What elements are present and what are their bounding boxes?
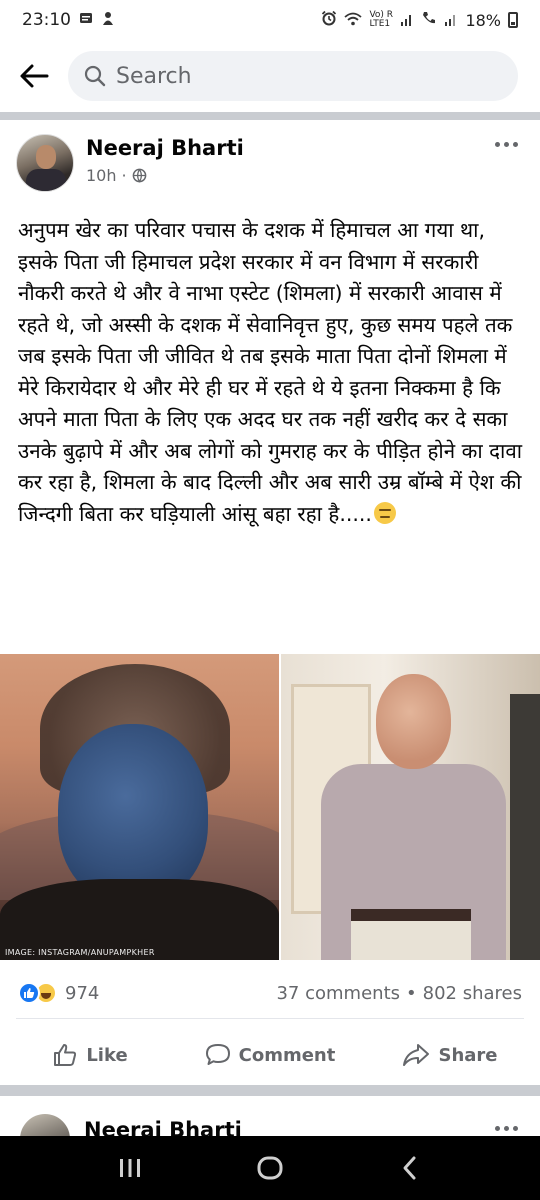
post-actions: Like Comment Share bbox=[0, 1020, 540, 1090]
count-bullet: • bbox=[406, 982, 417, 1004]
more-options-button[interactable] bbox=[495, 142, 518, 147]
like-icon bbox=[18, 982, 40, 1004]
recent-apps-icon bbox=[120, 1159, 140, 1177]
call-icon bbox=[421, 10, 437, 30]
back-nav-button[interactable] bbox=[380, 1143, 440, 1193]
reactions-row: 974 37 comments • 802 shares bbox=[0, 975, 540, 1011]
notification-message-icon bbox=[79, 10, 93, 30]
reaction-icons[interactable] bbox=[18, 982, 57, 1004]
next-author-name[interactable]: Neeraj Bharti bbox=[84, 1118, 242, 1136]
post-meta: 10h · bbox=[86, 166, 244, 185]
search-placeholder: Search bbox=[116, 63, 192, 89]
post-card: Neeraj Bharti 10h · अनुपम खेर का परिवार … bbox=[0, 120, 540, 1085]
image-right-panel bbox=[281, 654, 540, 960]
comments-count[interactable]: 37 comments bbox=[276, 983, 400, 1004]
signal-2-icon bbox=[444, 11, 458, 30]
next-post-card: Neeraj Bharti bbox=[0, 1096, 540, 1136]
next-more-options-button[interactable] bbox=[495, 1126, 518, 1131]
expressionless-emoji-icon bbox=[373, 501, 396, 524]
signal-icon bbox=[400, 11, 414, 30]
avatar[interactable] bbox=[16, 134, 74, 192]
back-arrow-icon bbox=[20, 64, 49, 88]
post-image[interactable]: IMAGE: INSTAGRAM/ANUPAMPKHER bbox=[0, 654, 540, 960]
search-input[interactable]: Search bbox=[68, 51, 518, 101]
thumbs-up-icon bbox=[54, 1044, 77, 1066]
engagement-counts: 37 comments • 802 shares bbox=[276, 983, 522, 1004]
status-left: 23:10 bbox=[22, 10, 115, 31]
author-name[interactable]: Neeraj Bharti bbox=[86, 136, 244, 160]
like-button[interactable]: Like bbox=[0, 1042, 180, 1068]
more-dots-icon bbox=[495, 142, 500, 147]
next-avatar[interactable] bbox=[20, 1114, 70, 1136]
search-header: Search bbox=[0, 40, 540, 112]
comment-label: Comment bbox=[238, 1044, 336, 1066]
meta-separator: · bbox=[121, 166, 127, 185]
system-nav-bar bbox=[0, 1136, 540, 1200]
reaction-count[interactable]: 974 bbox=[65, 983, 99, 1004]
action-divider bbox=[16, 1018, 524, 1019]
notification-app-icon bbox=[101, 10, 115, 31]
share-button[interactable]: Share bbox=[360, 1042, 540, 1068]
author-info: Neeraj Bharti 10h · bbox=[86, 136, 244, 185]
like-label: Like bbox=[86, 1044, 128, 1066]
feed-divider-2 bbox=[0, 1085, 540, 1096]
home-button[interactable] bbox=[240, 1143, 300, 1193]
back-button[interactable] bbox=[2, 44, 66, 108]
post-text: अनुपम खेर का परिवार पचास के दशक में हिमा… bbox=[18, 215, 524, 530]
wifi-icon bbox=[344, 11, 363, 30]
home-icon bbox=[257, 1156, 283, 1180]
globe-icon bbox=[132, 168, 146, 183]
post-header: Neeraj Bharti 10h · bbox=[16, 134, 244, 192]
post-time[interactable]: 10h bbox=[86, 166, 117, 185]
status-time: 23:10 bbox=[22, 10, 71, 30]
feed-divider bbox=[0, 112, 540, 120]
image-left-panel: IMAGE: INSTAGRAM/ANUPAMPKHER bbox=[0, 654, 279, 960]
status-right: Vo) R LTE1 18% bbox=[321, 10, 518, 30]
comment-button[interactable]: Comment bbox=[180, 1042, 360, 1068]
share-label: Share bbox=[438, 1044, 498, 1066]
battery-icon bbox=[508, 12, 518, 28]
battery-percent: 18% bbox=[465, 10, 501, 30]
status-bar: 23:10 Vo) R LTE1 18% bbox=[0, 0, 540, 40]
back-chevron-icon bbox=[403, 1156, 416, 1180]
image-caption: IMAGE: INSTAGRAM/ANUPAMPKHER bbox=[5, 948, 155, 957]
search-icon bbox=[84, 65, 106, 87]
comment-icon bbox=[205, 1044, 230, 1065]
recent-apps-button[interactable] bbox=[100, 1143, 160, 1193]
post-body: अनुपम खेर का परिवार पचास के दशक में हिमा… bbox=[18, 218, 523, 526]
shares-count[interactable]: 802 shares bbox=[423, 983, 522, 1004]
alarm-icon bbox=[321, 10, 337, 30]
network-label: Vo) R LTE1 bbox=[369, 10, 394, 29]
share-icon bbox=[403, 1044, 430, 1066]
